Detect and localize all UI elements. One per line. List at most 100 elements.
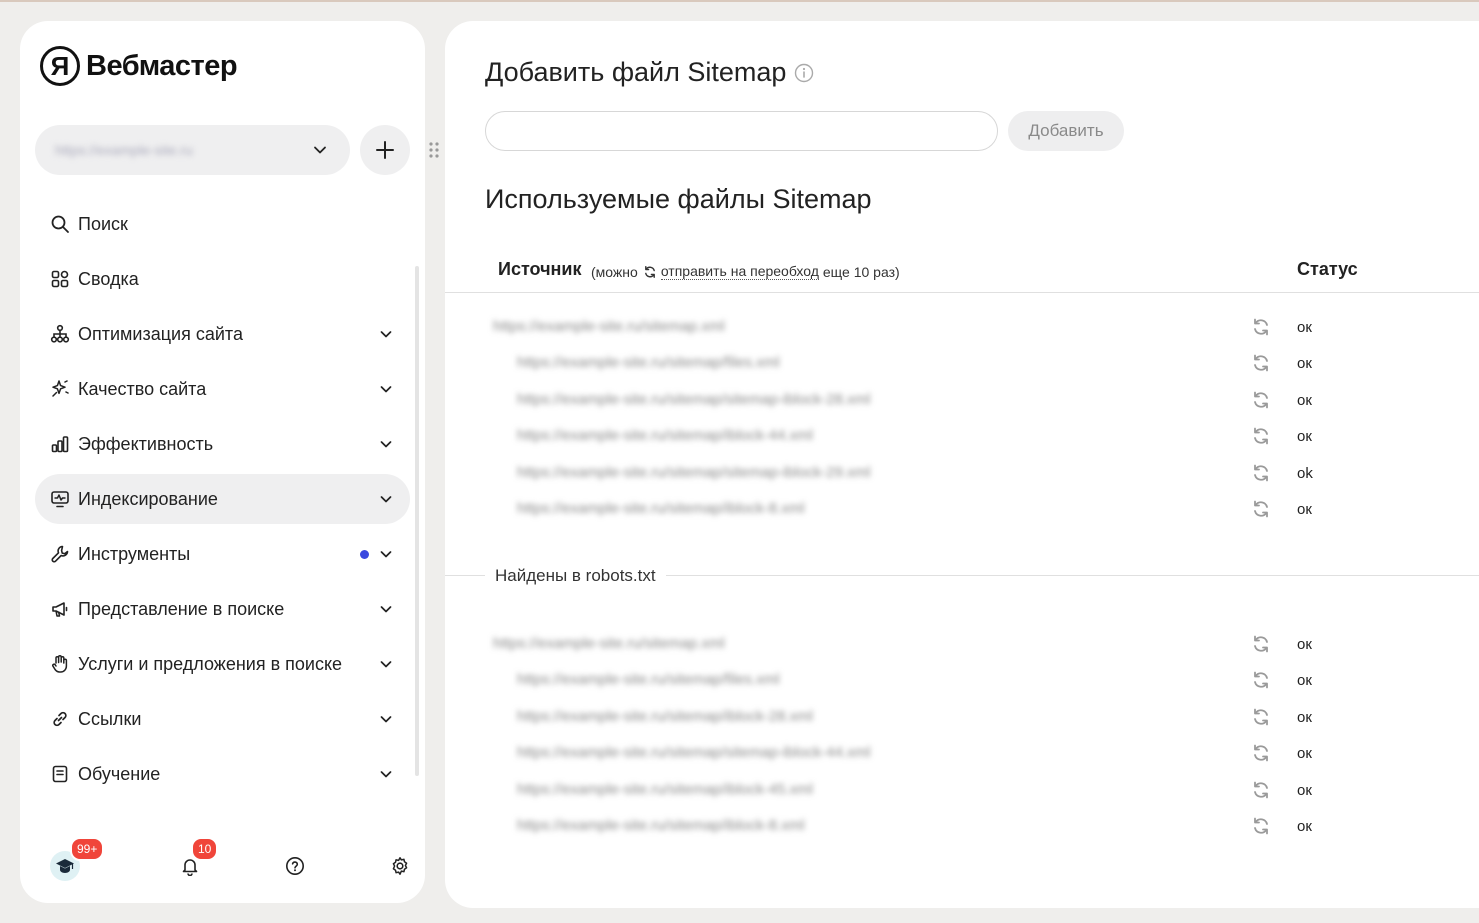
learning-button[interactable]: 99+: [50, 837, 105, 881]
sitemap-status: ок: [1297, 672, 1312, 690]
sidebar-item-label: Эффективность: [78, 433, 214, 454]
recrawl-refresh-icon[interactable]: [1251, 707, 1271, 727]
sitemap-status: ок: [1297, 355, 1312, 373]
sitemap-url[interactable]: https://example-site.ru/sitemap/iblock-2…: [517, 708, 813, 725]
chevron-down-icon[interactable]: [377, 435, 395, 453]
chevron-down-icon[interactable]: [377, 325, 395, 343]
recrawl-refresh-icon[interactable]: [1251, 499, 1271, 519]
notifications-button[interactable]: 10: [175, 837, 219, 881]
recrawl-refresh-icon[interactable]: [1251, 390, 1271, 410]
recrawl-note-prefix: (можно: [591, 263, 638, 280]
recrawl-note-suffix: еще 10 раз): [822, 263, 900, 280]
sitemap-url[interactable]: https://example-site.ru/sitemap/sitemap-…: [517, 391, 870, 408]
help-button[interactable]: [280, 851, 310, 881]
recrawl-refresh-icon[interactable]: [1251, 670, 1271, 690]
sidebar-item-5[interactable]: Эффективность: [35, 419, 410, 469]
sidebar-resize-handle-icon[interactable]: [428, 141, 440, 159]
app-logo[interactable]: Я Вебмастер: [40, 46, 238, 86]
sidebar-scrollbar[interactable]: [415, 266, 419, 776]
wrench-icon: [51, 545, 69, 563]
used-sitemaps-title: Используемые файлы Sitemap: [485, 184, 872, 214]
app-title: Вебмастер: [86, 49, 238, 82]
sidebar-item-8[interactable]: Представление в поиске: [35, 584, 410, 634]
hand-icon: [52, 655, 68, 673]
chevron-down-icon: [314, 146, 326, 154]
sitemap-url[interactable]: https://example-site.ru/sitemap/files.xm…: [517, 671, 780, 688]
recrawl-refresh-icon[interactable]: [1251, 816, 1271, 836]
sitemap-row: https://example-site.ru/sitemap/files.xm…: [445, 346, 1479, 382]
chevron-down-icon[interactable]: [377, 600, 395, 618]
robots-section-label: Найдены в robots.txt: [485, 566, 666, 586]
notifications-badge: 10: [191, 837, 219, 861]
chevron-down-icon[interactable]: [377, 490, 395, 508]
sidebar-item-label: Ссылки: [78, 708, 142, 729]
sidebar-item-1[interactable]: Поиск: [35, 199, 410, 249]
chevron-down-icon[interactable]: [377, 380, 395, 398]
learning-badge: 99+: [70, 837, 105, 861]
recrawl-refresh-icon[interactable]: [1251, 463, 1271, 483]
sitemap-url[interactable]: https://example-site.ru/sitemap/iblock-4…: [517, 427, 813, 444]
chevron-down-icon[interactable]: [377, 710, 395, 728]
add-sitemap-button[interactable]: Добавить: [1008, 111, 1124, 151]
main-content: Добавить файл Sitemap Добавить Используе…: [445, 21, 1479, 908]
sitemap-row: https://example-site.ru/sitemap.xml ок: [445, 310, 1479, 346]
plus-icon: [376, 141, 394, 159]
gear-icon: [392, 857, 408, 875]
add-sitemap-heading: Добавить файл Sitemap: [485, 57, 814, 88]
sidebar-item-label: Индексирование: [78, 488, 218, 509]
site-selector[interactable]: https://example-site.ru: [35, 125, 350, 175]
sitemap-url[interactable]: https://example-site.ru/sitemap/files.xm…: [517, 354, 780, 371]
sidebar-item-label: Оптимизация сайта: [78, 323, 243, 344]
sidebar-item-6[interactable]: Индексирование: [35, 474, 410, 524]
sidebar-item-9[interactable]: Услуги и предложения в поиске: [35, 639, 410, 689]
sidebar: Я Вебмастер https://example-site.ru Поис…: [20, 21, 425, 903]
sidebar-item-label: Представление в поиске: [78, 598, 285, 619]
monitor-pulse-icon: [51, 491, 69, 508]
sitemap-status: ок: [1297, 781, 1312, 799]
recrawl-refresh-icon[interactable]: [1251, 317, 1271, 337]
recrawl-link[interactable]: отправить на переобход: [660, 263, 819, 280]
column-status: Статус: [1297, 259, 1358, 279]
sitemap-url[interactable]: https://example-site.ru/sitemap/sitemap-…: [517, 464, 870, 481]
sitemap-tree-icon: [50, 324, 70, 343]
sitemap-url[interactable]: https://example-site.ru/sitemap/sitemap-…: [517, 744, 870, 761]
sitemap-url[interactable]: https://example-site.ru/sitemap/iblock-8…: [517, 817, 805, 834]
sitemap-url-input[interactable]: [485, 111, 998, 151]
window-top-line: [0, 0, 1479, 2]
sitemap-url[interactable]: https://example-site.ru/sitemap/iblock-4…: [517, 781, 813, 798]
sitemap-status: ок: [1297, 818, 1312, 835]
sidebar-item-label: Поиск: [78, 213, 128, 234]
recrawl-refresh-icon[interactable]: [1251, 780, 1271, 800]
recrawl-refresh-icon[interactable]: [1251, 353, 1271, 373]
sidebar-item-10[interactable]: Ссылки: [35, 694, 410, 744]
recrawl-refresh-icon[interactable]: [1251, 426, 1271, 446]
add-sitemap-title: Добавить файл Sitemap: [485, 57, 787, 87]
sitemap-url[interactable]: https://example-site.ru/sitemap.xml: [493, 318, 725, 335]
sitemap-status: ok: [1297, 464, 1313, 482]
sidebar-item-7[interactable]: Инструменты: [35, 529, 410, 579]
sidebar-item-2[interactable]: Сводка: [35, 254, 410, 304]
add-site-button[interactable]: [360, 125, 410, 175]
sidebar-item-label: Услуги и предложения в поиске: [78, 653, 343, 674]
sitemap-status: ок: [1297, 636, 1312, 653]
chevron-down-icon[interactable]: [377, 765, 395, 783]
link-icon: [53, 711, 67, 727]
chevron-down-icon[interactable]: [377, 545, 395, 563]
sitemap-row: https://example-site.ru/sitemap/iblock-8…: [445, 809, 1479, 845]
settings-button[interactable]: [385, 851, 415, 881]
sitemap-status: ок: [1297, 391, 1312, 409]
sitemap-row: https://example-site.ru/sitemap/iblock-4…: [445, 773, 1479, 809]
recrawl-refresh-icon[interactable]: [1251, 743, 1271, 763]
sidebar-item-3[interactable]: Оптимизация сайта: [35, 309, 410, 359]
sidebar-item-4[interactable]: Качество сайта: [35, 364, 410, 414]
sitemap-row: https://example-site.ru/sitemap/iblock-2…: [445, 700, 1479, 736]
chevron-down-icon[interactable]: [377, 655, 395, 673]
sitemap-url[interactable]: https://example-site.ru/sitemap.xml: [493, 635, 725, 652]
sidebar-item-label: Обучение: [78, 763, 161, 784]
info-icon[interactable]: [794, 63, 814, 83]
sitemap-row: https://example-site.ru/sitemap/sitemap-…: [445, 456, 1479, 492]
sidebar-item-label: Качество сайта: [78, 378, 207, 399]
sidebar-item-11[interactable]: Обучение: [35, 749, 410, 799]
recrawl-refresh-icon[interactable]: [1251, 634, 1271, 654]
sitemap-url[interactable]: https://example-site.ru/sitemap/iblock-8…: [517, 500, 805, 517]
